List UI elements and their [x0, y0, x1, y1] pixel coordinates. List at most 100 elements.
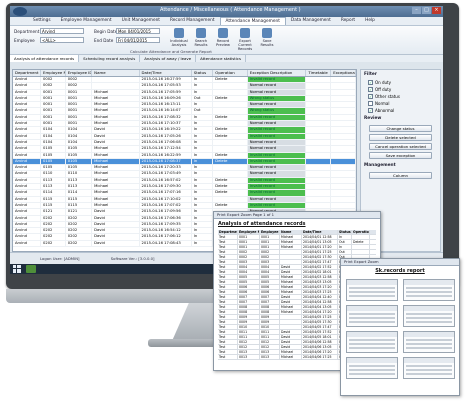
report-cell: 2014/04/05 17:30	[302, 320, 338, 324]
table-cell: Delete	[213, 158, 248, 165]
table-cell: Arvind	[13, 152, 41, 158]
filter-checkbox[interactable]: ✓ On duty	[361, 79, 440, 86]
taskbar-app-icon[interactable]	[26, 265, 36, 273]
column-header[interactable]: Status	[192, 70, 214, 76]
column-header[interactable]: Exceptional	[331, 70, 356, 76]
individual-analysis-icon	[174, 28, 184, 38]
menu-item[interactable]: Report	[336, 17, 360, 25]
table-cell: Normal record	[247, 139, 307, 146]
report-cell: Test	[218, 285, 238, 289]
report-cell: David	[280, 270, 302, 274]
table-cell: In	[192, 77, 214, 83]
menu-item[interactable]: Data Management	[286, 17, 336, 25]
maximize-icon[interactable]: □	[422, 7, 431, 14]
ribbon-button-label: Export Current Records	[237, 39, 253, 51]
records-report-toolbar[interactable]: Print Export Zoom	[341, 259, 459, 266]
table-cell	[306, 121, 332, 127]
close-icon[interactable]: ×	[432, 7, 441, 14]
report-cell: 0012	[260, 340, 280, 344]
checkbox-icon[interactable]: ✓	[368, 108, 373, 113]
table-cell: 0110	[66, 171, 93, 177]
table-cell: Out	[192, 108, 214, 114]
filter-checkbox[interactable]: Normal	[361, 100, 440, 107]
table-cell: Normal record	[247, 146, 307, 152]
column-header[interactable]: Timetable	[306, 70, 332, 76]
analysis-tab[interactable]: Analysis of away / leave	[140, 55, 197, 62]
table-cell: Arvind	[13, 171, 41, 177]
checkbox-icon[interactable]: ✓	[368, 94, 373, 99]
menu-item[interactable]: Attendance Management	[219, 17, 286, 25]
table-cell: 0001	[41, 89, 66, 95]
begin-date-field[interactable]: Mon 04/01/2015	[116, 28, 160, 34]
filter-checkbox[interactable]: ✓ Other status	[361, 93, 440, 100]
table-cell	[306, 177, 332, 184]
end-date-field[interactable]: Fri 04/01/2015	[116, 37, 160, 43]
table-cell: 0202	[66, 215, 93, 221]
table-cell: Arvind	[13, 184, 41, 190]
analysis-tab[interactable]: Attendance statistics	[196, 55, 247, 62]
column-header[interactable]: Employee No	[41, 70, 66, 76]
table-cell: 2015-04-16 17:08:43	[140, 240, 192, 247]
analysis-tab[interactable]: Scheduling record analysis	[79, 55, 141, 62]
menu-item[interactable]: Help	[360, 17, 380, 25]
column-button[interactable]: Column	[369, 172, 432, 179]
column-header[interactable]: Exception Description	[248, 70, 307, 76]
review-button[interactable]: Change status	[369, 125, 432, 132]
report-cell: 2014/04/03 13:05	[302, 280, 338, 284]
analysis-tab[interactable]: Analysis of attendance records	[10, 55, 80, 62]
menu-item[interactable]: Record Management	[165, 17, 220, 25]
column-header[interactable]: Employee ID	[66, 70, 93, 76]
column-header[interactable]: Date/Time	[140, 70, 192, 76]
report-cell: Michael	[280, 310, 302, 314]
report-toolbar[interactable]: Print Export Zoom Page 1 of 1	[214, 212, 380, 219]
department-select[interactable]: Arvind	[40, 28, 84, 34]
management-title: Management	[364, 163, 396, 168]
minimize-icon[interactable]: –	[412, 7, 421, 14]
report-cell: 0001	[260, 235, 280, 239]
title-bar: Attendance / Miscellaneous ( Attendance …	[10, 6, 443, 17]
table-cell: David	[92, 240, 140, 247]
employee-select[interactable]: <ALL>	[40, 37, 84, 43]
table-cell	[331, 83, 356, 89]
report-block	[346, 305, 398, 327]
menu-item[interactable]: Settings	[28, 17, 56, 25]
filter-checkbox[interactable]: ✓ Abnormal	[361, 107, 440, 114]
table-cell: 2015-04-16 16:22:59	[140, 152, 192, 158]
report-cell: Michael	[280, 275, 302, 279]
save-results-button[interactable]: Save Results	[258, 28, 276, 49]
checkbox-icon[interactable]: ✓	[368, 87, 373, 92]
filter-checkbox[interactable]: ✓ Off duty	[361, 86, 440, 93]
individual-analysis-button[interactable]: Individual Analysis	[170, 28, 188, 49]
search-results-button[interactable]: Search Results	[192, 28, 210, 49]
report-cell: 2014/04/02 18:01	[302, 270, 338, 274]
table-cell: Invalid record	[247, 177, 307, 184]
column-header[interactable]: Name	[92, 70, 140, 76]
table-cell: Michael	[92, 108, 140, 114]
table-cell	[213, 121, 248, 127]
column-header[interactable]: Operation	[213, 70, 248, 76]
export-records-icon	[240, 28, 250, 38]
column-header[interactable]: Department	[13, 70, 41, 76]
table-cell: 0113	[41, 184, 66, 190]
report-cell: 0002	[238, 255, 260, 259]
report-cell: 0013	[238, 355, 260, 359]
filter-label: Off duty	[375, 87, 392, 92]
record-preview-button[interactable]: Record Preview	[214, 28, 232, 49]
report-cell: Test	[218, 240, 238, 244]
menu-item[interactable]: Unit Management	[117, 17, 165, 25]
table-cell: Invalid record	[247, 77, 307, 83]
review-button[interactable]: Save exception	[369, 152, 432, 159]
review-button[interactable]: Delete selected	[369, 134, 432, 141]
table-cell: Invalid record	[247, 184, 307, 190]
windows-start-icon[interactable]	[13, 265, 21, 273]
table-cell: Invalid record	[247, 114, 307, 121]
report-cell: 0006	[238, 285, 260, 289]
table-cell: 0115	[66, 202, 93, 209]
review-button[interactable]: Cancel operation selected	[369, 143, 432, 150]
menu-item[interactable]: Employee Management	[56, 17, 117, 25]
checkbox-icon[interactable]	[368, 101, 373, 106]
export-records-button[interactable]: Export Current Records	[236, 28, 254, 51]
table-cell: 0001	[66, 89, 93, 95]
checkbox-icon[interactable]: ✓	[368, 80, 373, 85]
table-cell	[306, 77, 332, 83]
